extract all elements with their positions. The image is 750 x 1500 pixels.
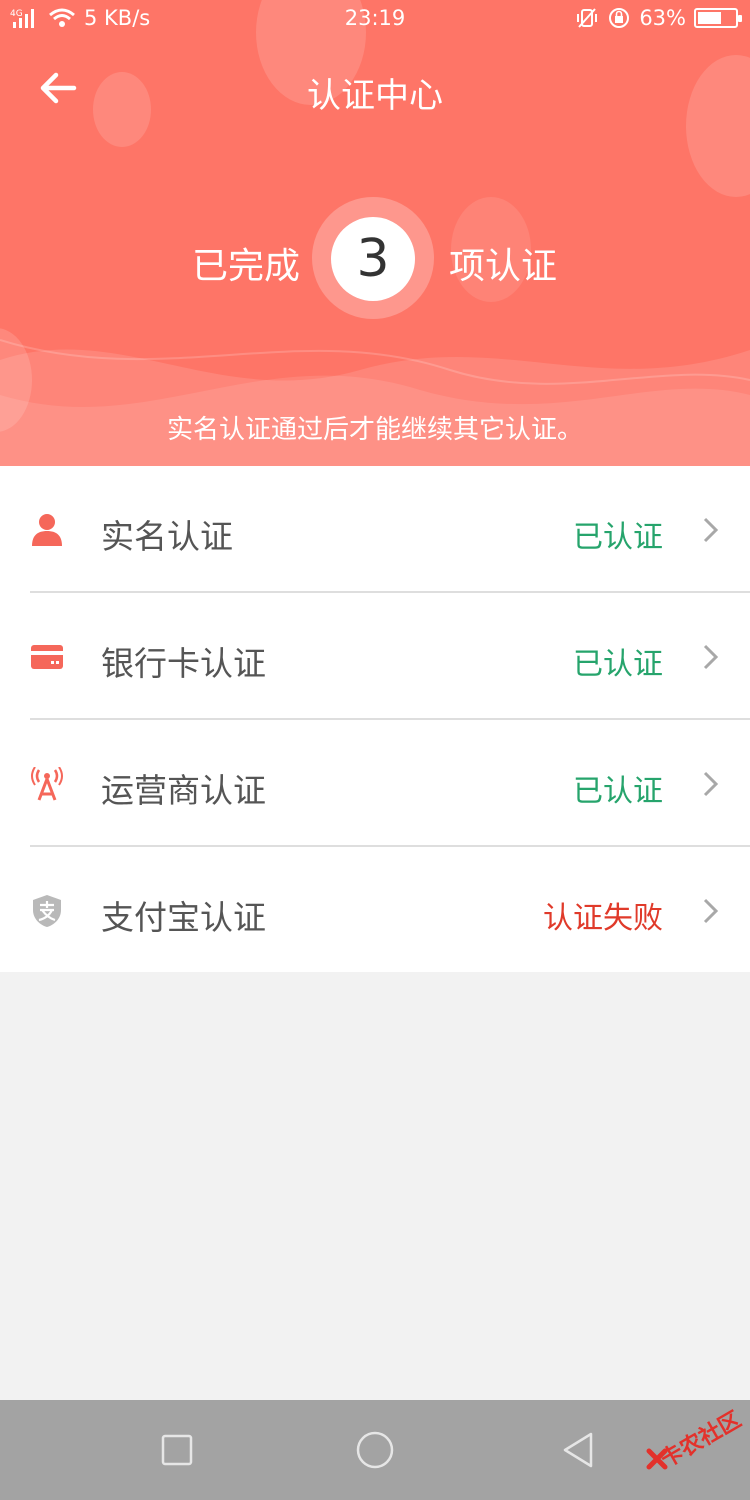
chevron-right-icon (703, 644, 719, 670)
completed-suffix: 项认证 (449, 246, 558, 287)
person-icon (32, 514, 62, 546)
chevron-right-icon (703, 771, 719, 797)
recents-square-icon[interactable] (161, 1434, 193, 1466)
chevron-right-icon (703, 898, 719, 924)
list-item-label: 实名认证 (101, 517, 233, 556)
completed-count: 3 (331, 217, 415, 301)
rotation-lock-icon (609, 8, 630, 28)
list-item-label: 支付宝认证 (101, 898, 266, 937)
list-item-alipay[interactable]: 支付宝认证 认证失败 (0, 847, 750, 973)
status-bar: 4G 5 KB/s 23:19 63% (0, 0, 750, 40)
alipay-icon (33, 895, 61, 927)
verification-tip: 实名认证通过后才能继续其它认证。 (166, 415, 583, 445)
chevron-right-icon (703, 517, 719, 543)
list-item-label: 运营商认证 (101, 771, 266, 810)
list-item-real-name[interactable]: 实名认证 已认证 (0, 466, 750, 592)
status-text: 已认证 (573, 520, 663, 555)
completion-summary: 已完成 3 项认证 (0, 197, 750, 321)
list-item-bank-card[interactable]: 银行卡认证 已认证 (0, 593, 750, 719)
signal-tower-icon (31, 767, 63, 801)
list-item-carrier[interactable]: 运营商认证 已认证 (0, 720, 750, 846)
vibrate-icon (577, 8, 598, 28)
watermark-logo: 卡农社区 (640, 1407, 750, 1478)
battery-percent: 63% (639, 6, 686, 30)
status-text: 已认证 (573, 774, 663, 809)
status-text: 认证失败 (543, 901, 663, 936)
home-circle-icon[interactable] (355, 1430, 395, 1470)
completed-prefix: 已完成 (191, 246, 300, 287)
back-triangle-icon[interactable] (561, 1431, 595, 1469)
status-text: 已认证 (573, 647, 663, 682)
verification-list: 实名认证 已认证 银行卡认证 已认证 运营商认证 已认证 支付宝认证 认证失败 (0, 466, 750, 972)
list-item-label: 银行卡认证 (101, 644, 266, 683)
battery-icon (694, 8, 742, 28)
system-nav-bar (0, 1400, 750, 1500)
page-title: 认证中心 (307, 76, 443, 116)
watermark-text: 卡农社区 (656, 1407, 746, 1473)
bank-card-icon (31, 645, 63, 669)
header: 4G 5 KB/s 23:19 63% 认证中心 已完成 3 项认证 实名认证通… (0, 0, 750, 466)
